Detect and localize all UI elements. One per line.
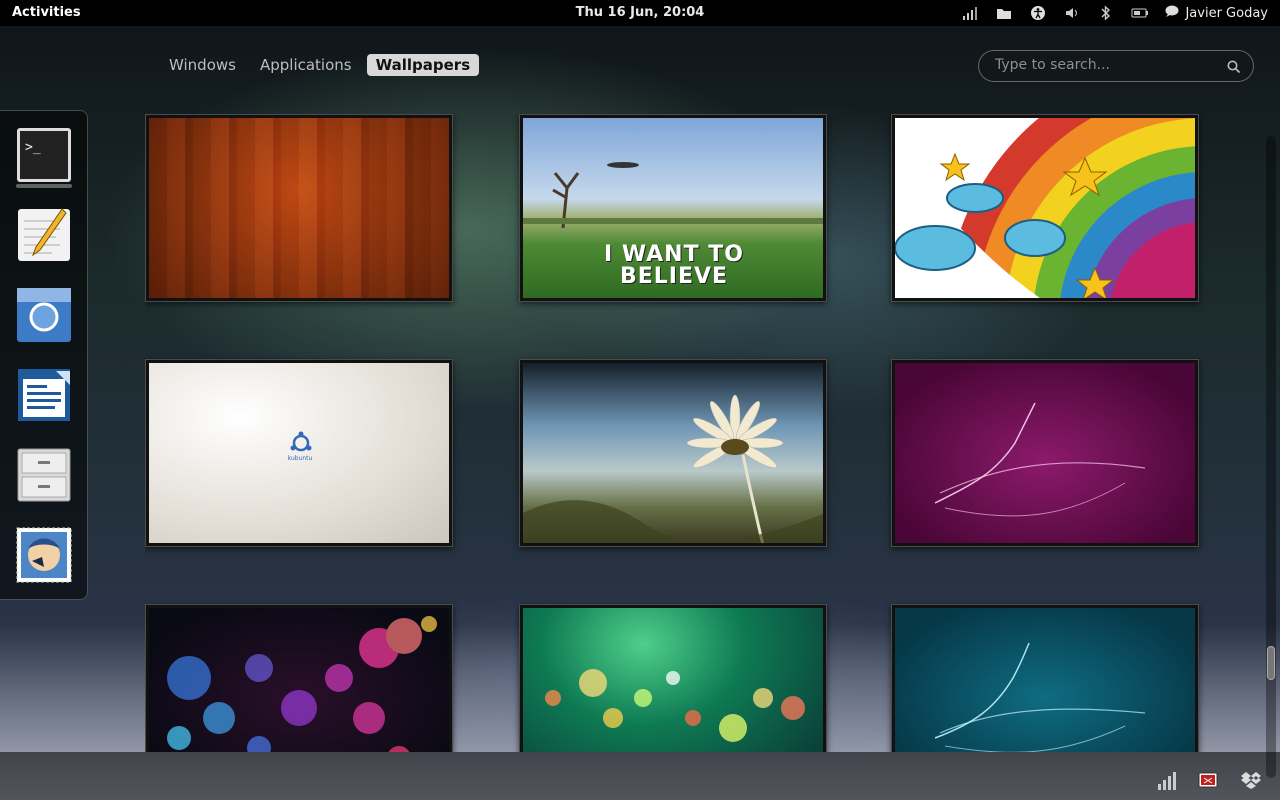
top-bar: Activities Thu 16 Jun, 20:04 Javier Goda… xyxy=(0,0,1280,26)
chat-icon xyxy=(1165,5,1179,21)
dash: >_ xyxy=(0,110,88,600)
wallpaper-preview: I WANT TO BELIEVE xyxy=(523,118,823,298)
dash-item-file-cabinet[interactable] xyxy=(16,447,72,503)
wallpaper-magenta-swirl[interactable] xyxy=(891,359,1199,547)
wallpaper-preview xyxy=(149,118,449,298)
tab-wallpapers[interactable]: Wallpapers xyxy=(366,54,480,76)
dash-item-chromium[interactable] xyxy=(16,287,72,343)
wallpaper-bokeh-green[interactable] xyxy=(519,604,827,752)
wallpaper-preview xyxy=(895,118,1195,298)
search-icon xyxy=(1227,59,1241,78)
search-input[interactable] xyxy=(993,56,1217,74)
wallpaper-i-want-to-believe[interactable]: I WANT TO BELIEVE xyxy=(519,114,827,302)
text-editor-icon xyxy=(16,208,72,267)
wallpaper-caption-line2: BELIEVE xyxy=(619,264,729,289)
overview: Windows Applications Wallpapers >_ xyxy=(0,26,1280,800)
battery-icon[interactable] xyxy=(1131,4,1149,22)
dash-item-terminal[interactable]: >_ xyxy=(16,127,72,188)
dash-item-mail-client[interactable] xyxy=(16,527,72,583)
wallpaper-bokeh-pink-blue[interactable] xyxy=(145,604,453,752)
volume-icon[interactable] xyxy=(1063,4,1081,22)
user-name: Javier Goday xyxy=(1185,5,1268,21)
message-tray xyxy=(0,752,1280,800)
wallpaper-flower[interactable] xyxy=(519,359,827,547)
view-selector: Windows Applications Wallpapers xyxy=(160,54,480,76)
signal-icon[interactable] xyxy=(961,4,979,22)
wallpaper-preview xyxy=(523,363,823,543)
tab-windows[interactable]: Windows xyxy=(160,54,245,76)
dash-item-text-editor[interactable] xyxy=(16,207,72,263)
user-menu[interactable]: Javier Goday xyxy=(1165,5,1268,21)
writer-icon xyxy=(16,369,72,427)
svg-text:>_: >_ xyxy=(25,140,41,155)
search-box[interactable] xyxy=(978,50,1254,82)
wallpaper-preview: kubuntu xyxy=(149,363,449,543)
wallpaper-wood[interactable] xyxy=(145,114,453,302)
screen-record-icon[interactable] xyxy=(1198,770,1218,794)
dropbox-icon[interactable] xyxy=(1240,770,1262,794)
file-cabinet-icon xyxy=(16,448,72,507)
network-bars-icon[interactable] xyxy=(1156,770,1176,794)
grid-scrollbar[interactable] xyxy=(1266,136,1276,778)
wallpaper-rainbow-stars[interactable] xyxy=(891,114,1199,302)
scrollbar-handle[interactable] xyxy=(1267,646,1275,680)
wallpaper-logo-text: kubuntu xyxy=(287,455,313,462)
wallpaper-teal-swirl[interactable] xyxy=(891,604,1199,752)
wallpaper-caption-line1: I WANT TO xyxy=(604,242,744,267)
mail-client-icon xyxy=(16,527,72,587)
bluetooth-icon[interactable] xyxy=(1097,4,1115,22)
wallpaper-preview xyxy=(895,363,1195,543)
wallpaper-preview xyxy=(149,608,449,752)
wallpaper-preview xyxy=(523,608,823,752)
wallpaper-preview xyxy=(895,608,1195,752)
chromium-icon xyxy=(16,288,72,347)
wallpaper-grid: I WANT TO BELIEVE kubuntu xyxy=(145,114,1205,752)
accessibility-icon[interactable] xyxy=(1029,4,1047,22)
folder-icon[interactable] xyxy=(995,4,1013,22)
wallpaper-kubuntu[interactable]: kubuntu xyxy=(145,359,453,547)
running-indicator xyxy=(16,184,72,188)
bottom-tray xyxy=(1156,770,1262,794)
dash-item-writer[interactable] xyxy=(16,367,72,423)
status-tray: Javier Goday xyxy=(961,3,1268,23)
tab-applications[interactable]: Applications xyxy=(251,54,361,76)
